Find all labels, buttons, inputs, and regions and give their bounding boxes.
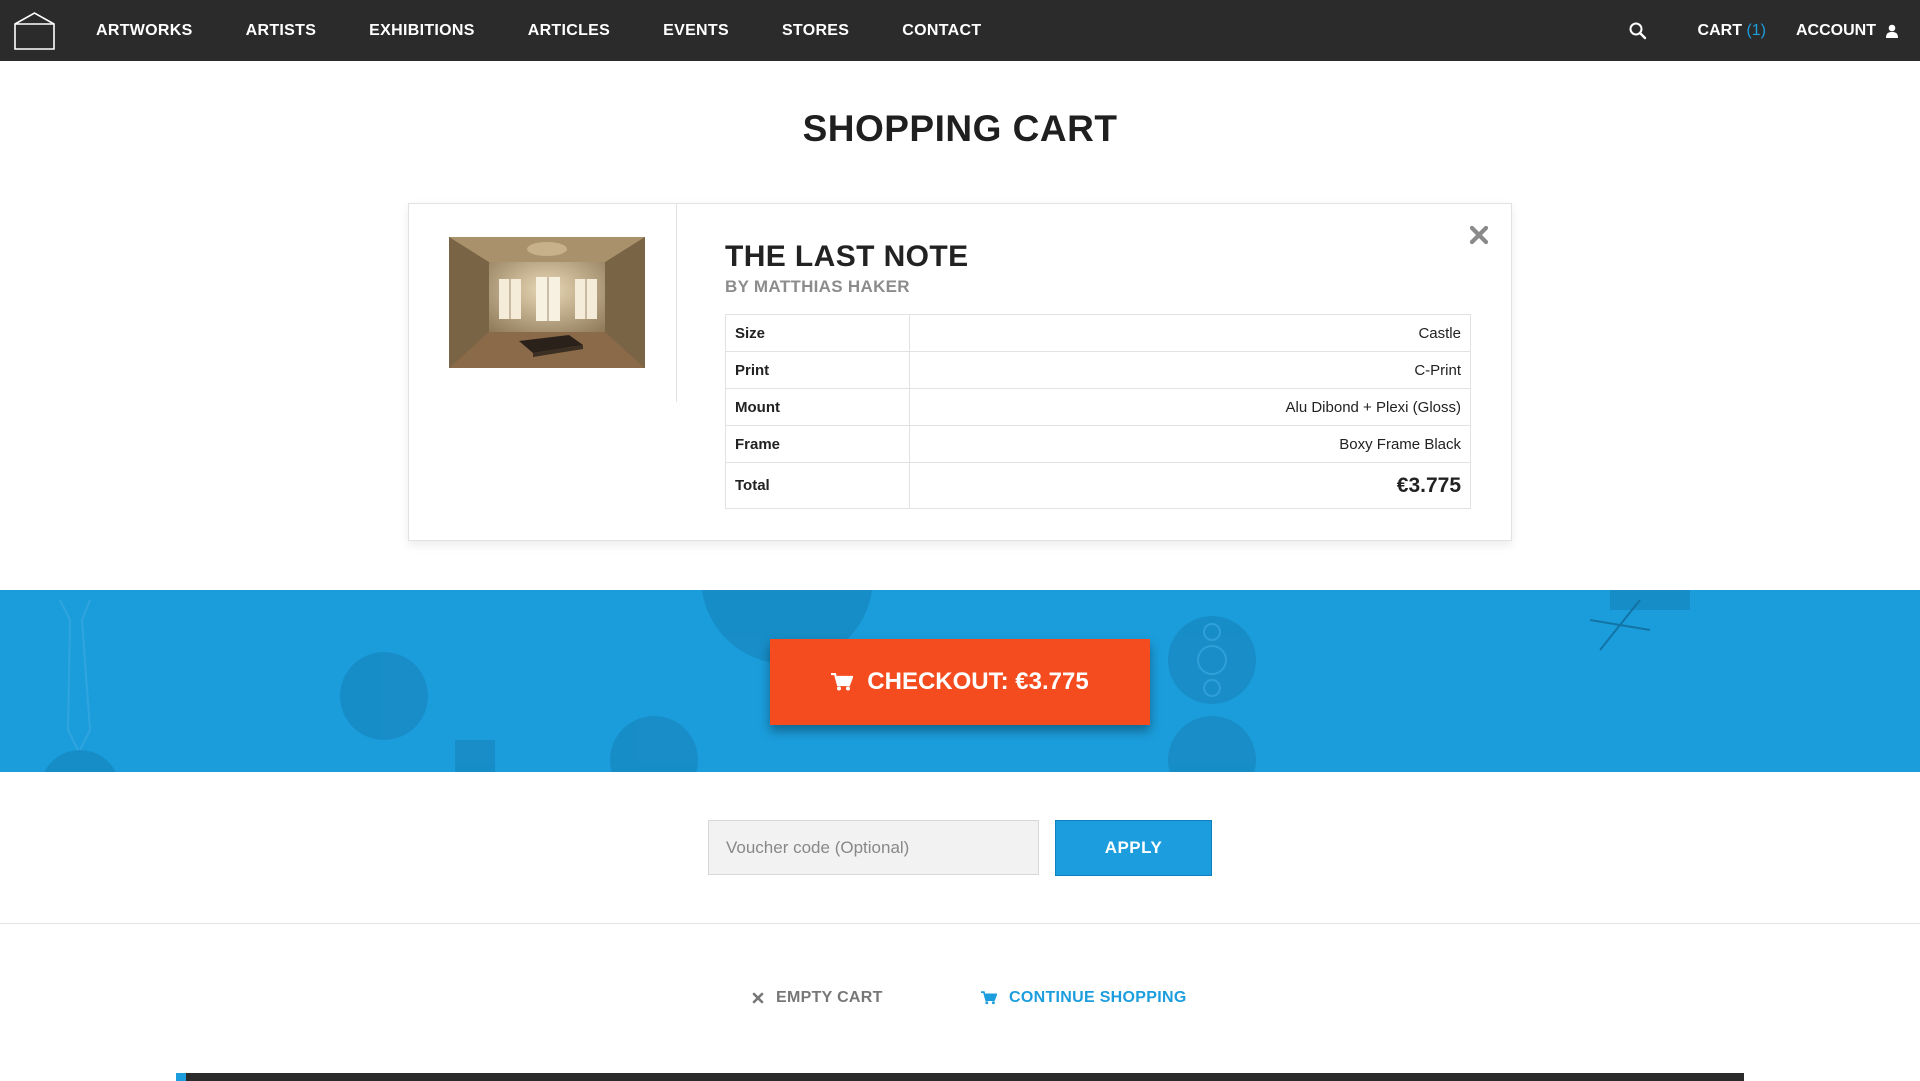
nav-right: CART (1) ACCOUNT bbox=[1628, 0, 1898, 61]
artwork-artist[interactable]: BY MATTHIAS HAKER bbox=[725, 277, 910, 297]
cart-icon bbox=[981, 991, 997, 1005]
apply-voucher-button[interactable]: APPLY bbox=[1055, 820, 1212, 876]
nav-link-artists[interactable]: ARTISTS bbox=[246, 22, 317, 40]
nav-account-link[interactable]: ACCOUNT bbox=[1796, 22, 1898, 40]
continue-shopping-link[interactable]: CONTINUE SHOPPING bbox=[981, 989, 1187, 1007]
spec-row: Mount Alu Dibond + Plexi (Gloss) bbox=[725, 388, 1471, 426]
thumbnail-column bbox=[409, 204, 677, 402]
nav-link-articles[interactable]: ARTICLES bbox=[528, 22, 610, 40]
page-title: SHOPPING CART bbox=[802, 108, 1118, 149]
footer-strip bbox=[176, 1073, 1744, 1081]
footer-strip-accent bbox=[176, 1073, 186, 1081]
top-nav: ARTWORKS ARTISTS EXHIBITIONS ARTICLES EV… bbox=[0, 0, 1920, 61]
nav-link-exhibitions[interactable]: EXHIBITIONS bbox=[369, 22, 475, 40]
spec-key: Mount bbox=[725, 388, 910, 426]
spec-value: C-Print bbox=[909, 351, 1471, 389]
checkout-button[interactable]: CHECKOUT: €3.775 bbox=[770, 639, 1150, 725]
checkout-band: CHECKOUT: €3.775 bbox=[0, 590, 1920, 772]
spec-value: Castle bbox=[909, 314, 1471, 352]
artwork-title[interactable]: THE LAST NOTE bbox=[725, 240, 969, 274]
empty-cart-label: EMPTY CART bbox=[776, 989, 883, 1006]
continue-shopping-label: CONTINUE SHOPPING bbox=[1009, 989, 1187, 1006]
search-icon[interactable] bbox=[1628, 21, 1648, 41]
nav-cart-label: CART bbox=[1697, 21, 1742, 39]
nav-links: ARTWORKS ARTISTS EXHIBITIONS ARTICLES EV… bbox=[96, 0, 1034, 61]
cart-item-card: THE LAST NOTE BY MATTHIAS HAKER Size Cas… bbox=[408, 203, 1512, 541]
gallery-box-logo[interactable] bbox=[14, 11, 55, 51]
spec-row: Size Castle bbox=[725, 314, 1471, 352]
cart-icon bbox=[831, 673, 854, 691]
spec-key: Size bbox=[725, 314, 910, 352]
spec-row: Print C-Print bbox=[725, 351, 1471, 389]
spec-row: Frame Boxy Frame Black bbox=[725, 425, 1471, 463]
nav-link-contact[interactable]: CONTACT bbox=[902, 22, 981, 40]
spec-value: Alu Dibond + Plexi (Gloss) bbox=[909, 388, 1471, 426]
close-icon bbox=[752, 992, 764, 1004]
spec-key: Frame bbox=[725, 425, 910, 463]
nav-account-label: ACCOUNT bbox=[1796, 21, 1876, 39]
nav-link-events[interactable]: EVENTS bbox=[663, 22, 729, 40]
total-row: Total €3.775 bbox=[725, 462, 1471, 509]
nav-link-stores[interactable]: STORES bbox=[782, 22, 849, 40]
empty-cart-link[interactable]: EMPTY CART bbox=[752, 989, 883, 1007]
voucher-input[interactable] bbox=[708, 820, 1039, 875]
artwork-thumbnail[interactable] bbox=[449, 237, 645, 368]
nav-link-artworks[interactable]: ARTWORKS bbox=[96, 22, 193, 40]
close-icon[interactable] bbox=[1467, 223, 1491, 247]
total-label: Total bbox=[725, 462, 910, 509]
spec-key: Print bbox=[725, 351, 910, 389]
spec-value: Boxy Frame Black bbox=[909, 425, 1471, 463]
checkout-label: CHECKOUT: €3.775 bbox=[867, 668, 1089, 695]
spec-table: Size Castle Print C-Print Mount Alu Dibo… bbox=[725, 314, 1471, 509]
cart-count-badge: (1) bbox=[1746, 21, 1766, 39]
total-value: €3.775 bbox=[909, 462, 1471, 509]
user-icon bbox=[1886, 24, 1898, 38]
nav-cart-link[interactable]: CART (1) bbox=[1698, 22, 1766, 40]
section-divider bbox=[0, 923, 1920, 924]
